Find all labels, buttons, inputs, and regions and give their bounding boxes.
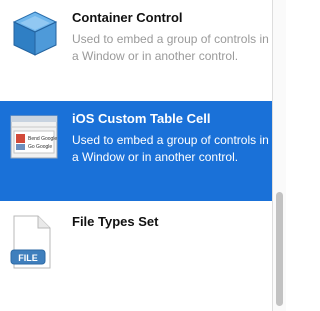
table-cell-icon: Bend Google Go Google <box>10 115 58 164</box>
file-document-icon: FILE <box>8 214 54 275</box>
item-title: Container Control <box>72 10 183 25</box>
item-title: iOS Custom Table Cell <box>72 111 211 126</box>
blue-cube-icon <box>10 6 60 63</box>
file-badge-label: FILE <box>18 253 38 263</box>
list-item-ios-custom-table-cell[interactable]: Bend Google Go Google iOS Custom Table C… <box>0 101 272 201</box>
item-title: File Types Set <box>72 214 159 229</box>
vertical-scrollbar[interactable] <box>272 0 286 311</box>
icon-label-2: Go Google <box>28 144 52 150</box>
item-description: Used to embed a group of controls in a W… <box>72 32 269 63</box>
list-item-container-control[interactable]: Container Control Used to embed a group … <box>0 0 272 98</box>
library-list: Container Control Used to embed a group … <box>0 0 272 311</box>
item-description: Used to embed a group of controls in a W… <box>72 133 269 164</box>
icon-label-1: Bend Google <box>28 136 57 142</box>
scrollbar-thumb[interactable] <box>276 192 283 306</box>
list-item-file-types-set[interactable]: FILE File Types Set <box>0 204 272 311</box>
